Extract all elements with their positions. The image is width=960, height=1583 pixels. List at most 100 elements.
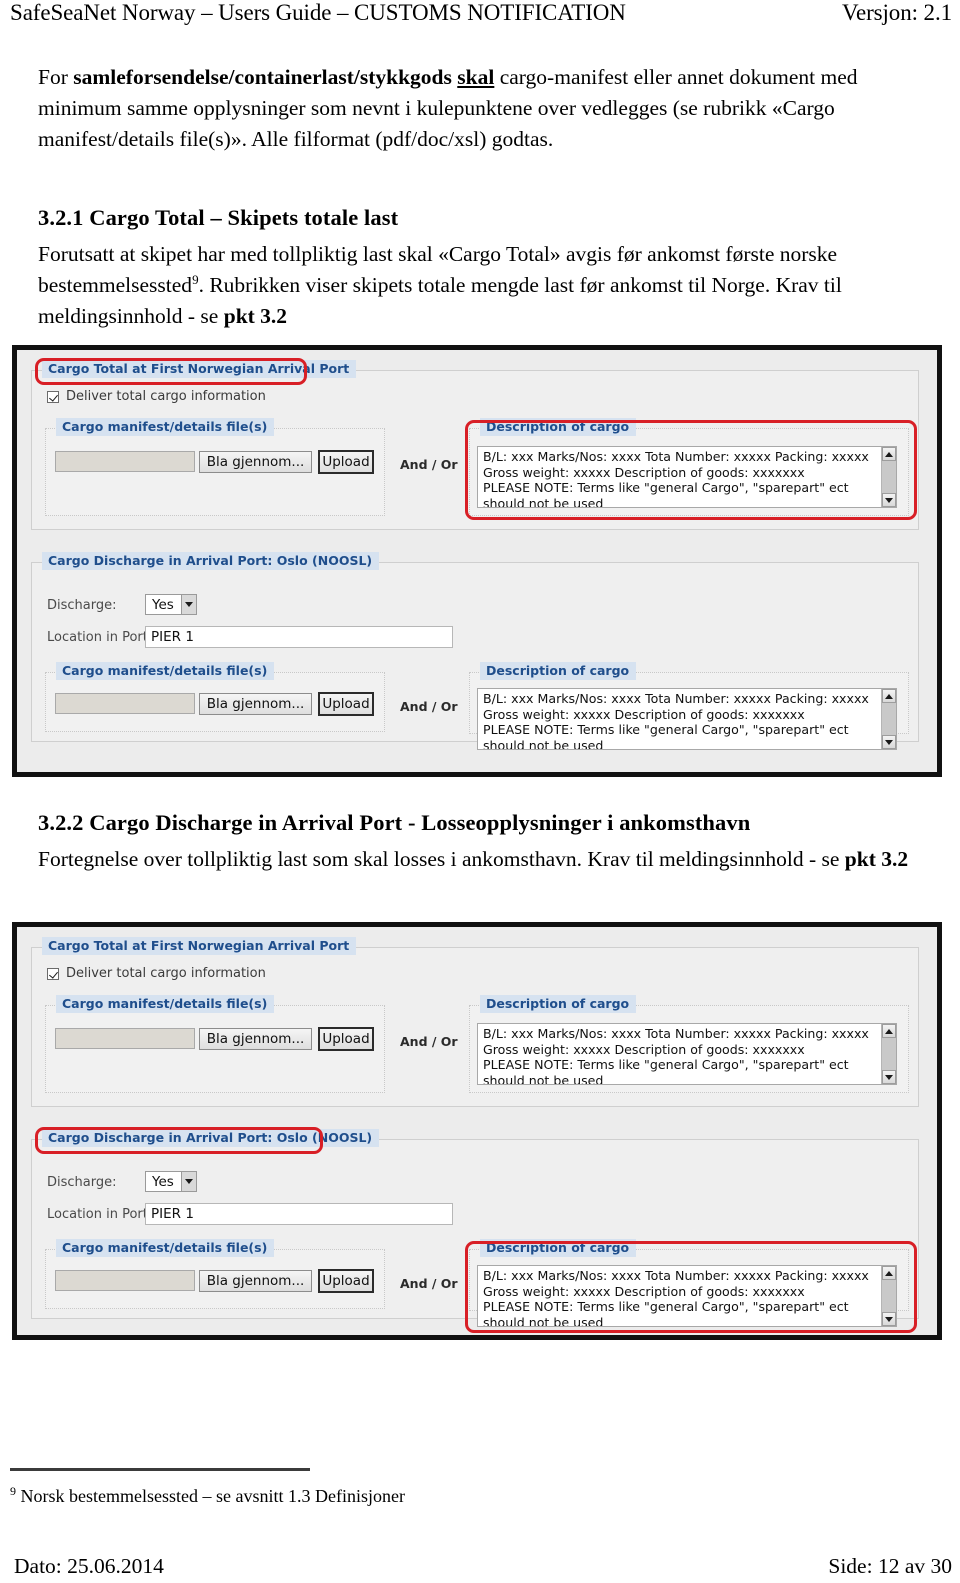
upload-button-2[interactable]: Upload: [318, 692, 374, 716]
browse-button-2[interactable]: Bla gjennom...: [199, 693, 312, 715]
description-legend-4: Description of cargo: [480, 1239, 637, 1257]
location-input-2[interactable]: PIER 1: [145, 1203, 453, 1225]
description-textarea-4[interactable]: B/L: xxx Marks/Nos: xxxx Tota Number: xx…: [477, 1265, 897, 1327]
intro-underlined-term: skal: [457, 65, 495, 89]
intro-line-a-post: cargo-manifest eller annet dokument: [494, 65, 816, 89]
location-value-1: PIER 1: [151, 629, 194, 645]
description-line: PLEASE NOTE: Terms like "general Cargo",…: [483, 1299, 849, 1314]
section-321-ref: pkt 3.2: [223, 304, 288, 328]
description-scrollbar-3[interactable]: [881, 1024, 896, 1084]
discharge-label-2: Discharge:: [47, 1175, 117, 1190]
and-or-label-3: And / Or: [400, 1034, 458, 1049]
discharge-select-2[interactable]: Yes: [145, 1171, 197, 1192]
browse-button-label-3: Bla gjennom...: [206, 1031, 305, 1047]
description-textarea-1[interactable]: B/L: xxx Marks/Nos: xxxx Tota Number: xx…: [477, 446, 897, 508]
scroll-down-icon[interactable]: [882, 735, 896, 749]
upload-button-label-1: Upload: [322, 454, 370, 470]
location-label-1: Location in Port:: [47, 630, 153, 645]
file-path-input-3[interactable]: [55, 1028, 195, 1049]
description-line: PLEASE NOTE: Terms like "general Cargo",…: [483, 722, 849, 737]
and-or-label-4: And / Or: [400, 1276, 458, 1291]
deliver-total-cargo-checkbox-row-2[interactable]: Deliver total cargo information: [47, 966, 266, 981]
manifest-legend-1: Cargo manifest/details file(s): [56, 418, 275, 436]
upload-button-1[interactable]: Upload: [318, 450, 374, 474]
chevron-down-icon[interactable]: [181, 595, 196, 614]
location-input-1[interactable]: PIER 1: [145, 626, 453, 648]
description-line: should not be used: [483, 1072, 604, 1085]
section-321-paragraph: Forutsatt at skipet har med tollpliktig …: [38, 239, 930, 332]
scrollbar-track[interactable]: [882, 1280, 896, 1312]
browse-button-label-1: Bla gjennom...: [206, 454, 305, 470]
footnote: 9 Norsk bestemmelsessted – se avsnitt 1.…: [10, 1484, 405, 1508]
upload-button-4[interactable]: Upload: [318, 1269, 374, 1293]
section-322-line-2-pre: Krav til meldingsinnhold - se: [587, 847, 845, 871]
discharge-select-value-1: Yes: [152, 596, 174, 613]
description-text-3: B/L: xxx Marks/Nos: xxxx Tota Number: xx…: [478, 1024, 896, 1085]
file-path-input-4[interactable]: [55, 1270, 195, 1291]
description-scrollbar-4[interactable]: [881, 1266, 896, 1326]
footer-date: Dato: 25.06.2014: [14, 1554, 164, 1578]
checkbox-checked-icon[interactable]: [47, 967, 59, 980]
scrollbar-track[interactable]: [882, 703, 896, 735]
file-path-input-1[interactable]: [55, 451, 195, 472]
section-322-line-1: Fortegnelse over tollpliktig last som sk…: [38, 847, 583, 871]
document-version: Versjon: 2.1: [842, 0, 952, 25]
page-header: SafeSeaNet Norway – Users Guide – CUSTOM…: [0, 0, 960, 30]
description-text-1: B/L: xxx Marks/Nos: xxxx Tota Number: xx…: [478, 447, 896, 508]
checkbox-checked-icon[interactable]: [47, 390, 59, 403]
cargo-total-legend: Cargo Total at First Norwegian Arrival P…: [42, 360, 357, 378]
description-legend-1: Description of cargo: [480, 418, 637, 436]
description-line: should not be used: [483, 495, 604, 508]
description-line: Gross weight: xxxxx Description of goods…: [483, 706, 805, 722]
intro-bold-term: samleforsendelse/containerlast/stykkgods: [73, 65, 452, 89]
app-screenshot-cargo-total: Cargo Total at First Norwegian Arrival P…: [12, 345, 942, 777]
section-322-heading: 3.2.2 Cargo Discharge in Arrival Port - …: [38, 810, 751, 835]
browse-button-4[interactable]: Bla gjennom...: [199, 1270, 312, 1292]
section-321-keyword: bestemmelsessted: [38, 273, 193, 297]
description-line: should not be used: [483, 1314, 604, 1327]
description-scrollbar-2[interactable]: [881, 689, 896, 749]
scrollbar-track[interactable]: [882, 1038, 896, 1070]
discharge-label-1: Discharge:: [47, 598, 117, 613]
description-text-2: B/L: xxx Marks/Nos: xxxx Tota Number: xx…: [478, 689, 896, 749]
browse-button-1[interactable]: Bla gjennom...: [199, 451, 312, 473]
scroll-up-icon[interactable]: [882, 689, 896, 703]
manifest-legend-3: Cargo manifest/details file(s): [56, 995, 275, 1013]
description-textarea-2[interactable]: B/L: xxx Marks/Nos: xxxx Tota Number: xx…: [477, 688, 897, 750]
deliver-total-cargo-label: Deliver total cargo information: [66, 389, 266, 404]
deliver-total-cargo-label-2: Deliver total cargo information: [66, 966, 266, 981]
and-or-label-1: And / Or: [400, 457, 458, 472]
description-scrollbar-1[interactable]: [881, 447, 896, 507]
cargo-total-legend-2: Cargo Total at First Norwegian Arrival P…: [42, 937, 357, 955]
scroll-down-icon[interactable]: [882, 1070, 896, 1084]
discharge-select-1[interactable]: Yes: [145, 594, 197, 615]
description-line: B/L: xxx Marks/Nos: xxxx Tota Number: xx…: [483, 691, 869, 706]
section-322-paragraph: Fortegnelse over tollpliktig last som sk…: [38, 844, 930, 875]
section-321-line-2: . Rubrikken viser skipets totale mengde …: [198, 273, 771, 297]
scroll-up-icon[interactable]: [882, 1266, 896, 1280]
description-line: B/L: xxx Marks/Nos: xxxx Tota Number: xx…: [483, 449, 869, 464]
scroll-up-icon[interactable]: [882, 447, 896, 461]
scrollbar-track[interactable]: [882, 461, 896, 493]
deliver-total-cargo-checkbox-row[interactable]: Deliver total cargo information: [47, 389, 266, 404]
description-line: Gross weight: xxxxx Description of goods…: [483, 1041, 805, 1057]
footnote-separator: [10, 1468, 310, 1471]
file-path-input-2[interactable]: [55, 693, 195, 714]
cargo-discharge-legend-1: Cargo Discharge in Arrival Port: Oslo (N…: [42, 552, 380, 570]
page-footer: Dato: 25.06.2014 Side: 12 av 30: [0, 1554, 960, 1579]
scroll-down-icon[interactable]: [882, 1312, 896, 1326]
upload-button-3[interactable]: Upload: [318, 1027, 374, 1051]
app-window-1: Cargo Total at First Norwegian Arrival P…: [17, 350, 937, 772]
description-line: PLEASE NOTE: Terms like "general Cargo",…: [483, 1057, 849, 1072]
location-label-2: Location in Port:: [47, 1207, 153, 1222]
description-textarea-3[interactable]: B/L: xxx Marks/Nos: xxxx Tota Number: xx…: [477, 1023, 897, 1085]
description-legend-2: Description of cargo: [480, 662, 637, 680]
browse-button-3[interactable]: Bla gjennom...: [199, 1028, 312, 1050]
upload-button-label-3: Upload: [322, 1031, 370, 1047]
manifest-legend-4: Cargo manifest/details file(s): [56, 1239, 275, 1257]
chevron-down-icon[interactable]: [181, 1172, 196, 1191]
scroll-down-icon[interactable]: [882, 493, 896, 507]
scroll-up-icon[interactable]: [882, 1024, 896, 1038]
section-322-block: 3.2.2 Cargo Discharge in Arrival Port - …: [38, 806, 930, 875]
app-window-2: Cargo Total at First Norwegian Arrival P…: [17, 927, 937, 1335]
